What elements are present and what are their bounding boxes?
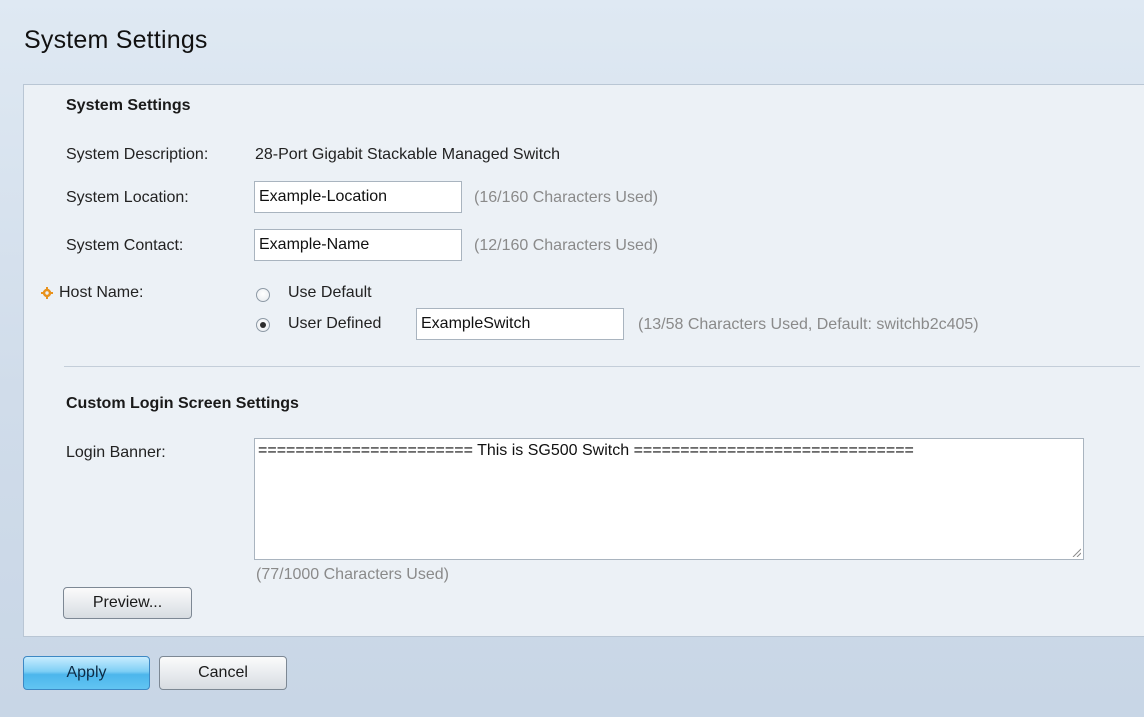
system-contact-label: System Contact: — [66, 237, 184, 254]
use-default-radio[interactable] — [256, 288, 270, 302]
system-description-label: System Description: — [66, 146, 209, 163]
host-name-hint: (13/58 Characters Used, Default: switchb… — [638, 316, 979, 333]
host-name-input[interactable] — [416, 308, 624, 340]
cancel-button[interactable]: Cancel — [159, 656, 287, 690]
host-name-label: Host Name: — [59, 284, 144, 301]
system-location-input[interactable] — [254, 181, 462, 213]
system-contact-input[interactable] — [254, 229, 462, 261]
section-divider — [64, 366, 1140, 367]
login-screen-heading: Custom Login Screen Settings — [66, 395, 299, 412]
system-location-label: System Location: — [66, 189, 189, 206]
system-settings-heading: System Settings — [66, 97, 191, 114]
login-banner-hint: (77/1000 Characters Used) — [256, 566, 449, 583]
page-title: System Settings — [24, 26, 208, 54]
required-gear-icon — [41, 287, 53, 299]
user-defined-radio[interactable] — [256, 318, 270, 332]
system-description-value: 28-Port Gigabit Stackable Managed Switch — [255, 146, 561, 163]
preview-button[interactable]: Preview... — [63, 587, 192, 619]
system-location-hint: (16/160 Characters Used) — [474, 189, 659, 206]
apply-button[interactable]: Apply — [23, 656, 150, 690]
user-defined-label[interactable]: User Defined — [288, 315, 381, 333]
login-banner-textarea[interactable]: ======================= This is SG500 Sw… — [254, 438, 1084, 560]
use-default-label[interactable]: Use Default — [288, 284, 372, 302]
resize-grip-icon[interactable] — [1071, 547, 1081, 557]
system-contact-hint: (12/160 Characters Used) — [474, 237, 659, 254]
login-banner-label: Login Banner: — [66, 444, 166, 461]
